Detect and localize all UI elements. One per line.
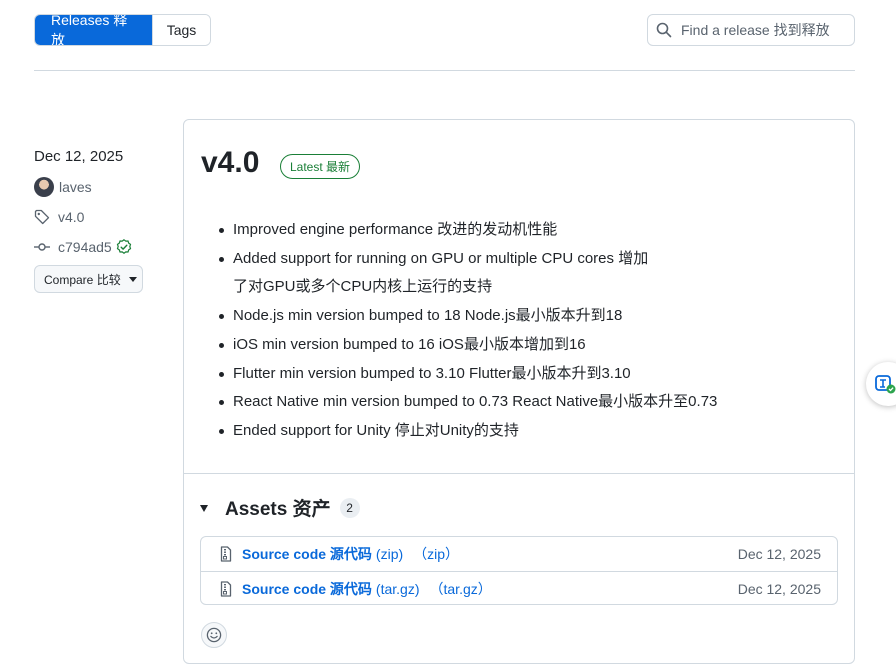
triangle-down-icon [200, 505, 208, 512]
tag-name[interactable]: v4.0 [58, 209, 84, 225]
asset-row: Source code 源代码 (zip) （zip） Dec 12, 2025 [201, 537, 837, 571]
tags-tab[interactable]: Tags [152, 15, 210, 45]
commit-sha[interactable]: c794ad5 [58, 239, 112, 255]
list-item: Added support for running on GPU or mult… [219, 245, 659, 302]
translate-widget[interactable] [866, 362, 896, 406]
asset-download-link[interactable]: Source code 源代码 (zip) [242, 544, 403, 564]
list-item: Ended support for Unity 停止对Unity的支持 [219, 417, 819, 446]
list-item: Improved engine performance 改进的发动机性能 [219, 216, 819, 245]
asset-date: Dec 12, 2025 [737, 546, 821, 562]
author-name[interactable]: laves [59, 179, 92, 195]
verified-icon[interactable] [116, 239, 132, 255]
list-item: iOS min version bumped to 16 iOS最小版本增加到1… [219, 331, 819, 360]
asset-ext-label[interactable]: （zip） [413, 544, 459, 564]
asset-date: Dec 12, 2025 [737, 580, 821, 597]
release-search[interactable] [647, 14, 855, 46]
release-date: Dec 12, 2025 [34, 148, 124, 165]
assets-list: Source code 源代码 (zip) （zip） Dec 12, 2025 … [200, 536, 838, 605]
assets-title: Assets 资产 [225, 499, 331, 520]
release-card: v4.0 Latest 最新 Improved engine performan… [183, 119, 855, 664]
list-item: Node.js min version bumped to 18 Node.js… [219, 302, 819, 331]
releases-tags-switcher: Releases 释放 Tags [34, 14, 211, 46]
assets-count: 2 [339, 497, 360, 518]
avatar[interactable] [34, 177, 54, 197]
asset-download-link[interactable]: Source code 源代码 (tar.gz) [242, 579, 420, 599]
assets-toggle[interactable]: Assets 资产 2 [200, 494, 360, 521]
search-input[interactable] [681, 22, 851, 38]
divider [184, 473, 854, 474]
commit-link[interactable]: c794ad5 [34, 239, 140, 255]
asset-row: Source code 源代码 (tar.gz) （tar.gz） Dec 12,… [201, 571, 837, 605]
add-reaction-button[interactable] [201, 622, 227, 648]
translate-icon [875, 375, 896, 394]
release-title[interactable]: v4.0 [201, 146, 259, 180]
list-item: Flutter min version bumped to 3.10 Flutt… [219, 360, 819, 389]
smiley-icon [206, 627, 222, 643]
releases-tab[interactable]: Releases 释放 [35, 15, 152, 45]
list-item: React Native min version bumped to 0.73 … [219, 388, 819, 417]
compare-button[interactable]: Compare 比较 [34, 265, 143, 293]
tag-icon [34, 209, 50, 225]
file-zip-icon [220, 580, 232, 597]
tag-link[interactable]: v4.0 [34, 209, 84, 225]
chevron-down-icon [128, 276, 137, 282]
compare-label: Compare 比较 [44, 272, 121, 287]
divider [34, 70, 855, 71]
search-icon [656, 22, 672, 38]
latest-badge: Latest 最新 [280, 154, 361, 179]
git-commit-icon [34, 243, 50, 251]
file-zip-icon [220, 546, 232, 562]
author[interactable]: laves [34, 177, 92, 197]
asset-ext-label[interactable]: （tar.gz） [430, 579, 492, 599]
release-notes: Improved engine performance 改进的发动机性能 Add… [219, 216, 819, 446]
